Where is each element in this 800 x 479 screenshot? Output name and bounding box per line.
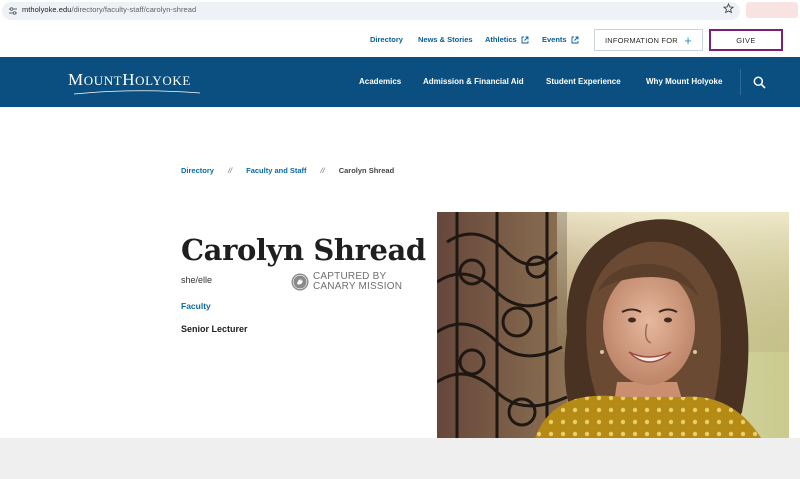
- footer-band: [0, 438, 800, 479]
- canary-seal-icon: [291, 273, 309, 291]
- main-nav: MOUNTHOLYOKE Academics Admission & Finan…: [0, 57, 800, 107]
- bookmark-star-icon[interactable]: [723, 3, 734, 14]
- information-for-button[interactable]: INFORMATION FOR +: [594, 29, 703, 51]
- person-pronouns: she/elle: [181, 275, 213, 285]
- utility-link-events[interactable]: Events: [542, 35, 579, 44]
- utility-link-news[interactable]: News & Stories: [418, 35, 473, 44]
- captured-by-stamp: CAPTURED BY CANARY MISSION: [291, 272, 402, 292]
- breadcrumb-faculty-staff[interactable]: Faculty and Staff: [246, 166, 306, 175]
- nav-admission[interactable]: Admission & Financial Aid: [423, 77, 524, 86]
- nav-why-mount-holyoke[interactable]: Why Mount Holyoke: [646, 77, 722, 86]
- search-icon[interactable]: [753, 76, 766, 89]
- nav-academics[interactable]: Academics: [359, 77, 401, 86]
- utility-nav: Directory News & Stories Athletics Event…: [0, 22, 800, 57]
- person-name: Carolyn Shread: [181, 233, 426, 267]
- breadcrumb: Directory // Faculty and Staff // Caroly…: [181, 166, 394, 175]
- stamp-text: CAPTURED BY CANARY MISSION: [313, 272, 402, 292]
- nav-divider: [740, 69, 741, 95]
- logo-wordmark: MOUNTHOLYOKE: [68, 70, 191, 89]
- breadcrumb-separator: //: [227, 166, 233, 175]
- external-link-icon: [521, 36, 529, 43]
- utility-link-directory[interactable]: Directory: [370, 35, 403, 44]
- url-text[interactable]: mtholyoke.edu/directory/faculty-staff/ca…: [22, 5, 196, 14]
- information-for-label: INFORMATION FOR: [605, 35, 678, 45]
- nav-student-experience[interactable]: Student Experience: [546, 77, 621, 86]
- profile-avatar[interactable]: [746, 2, 798, 18]
- breadcrumb-current: Carolyn Shread: [338, 166, 395, 175]
- url-path: /directory/faculty-staff/carolyn-shread: [71, 5, 197, 14]
- url-field[interactable]: mtholyoke.edu/directory/faculty-staff/ca…: [2, 2, 740, 20]
- profile-photo: [437, 212, 789, 448]
- give-button[interactable]: GIVE: [709, 29, 783, 51]
- give-label: GIVE: [736, 35, 756, 45]
- breadcrumb-separator: //: [320, 166, 325, 175]
- browser-address-bar: mtholyoke.edu/directory/faculty-staff/ca…: [0, 0, 800, 22]
- person-category-link[interactable]: Faculty: [181, 301, 211, 311]
- external-link-icon: [571, 36, 579, 43]
- url-domain: mtholyoke.edu: [22, 5, 72, 14]
- utility-link-athletics[interactable]: Athletics: [485, 35, 529, 44]
- site-settings-icon[interactable]: [8, 6, 18, 16]
- logo-swoosh-icon: [74, 90, 200, 95]
- breadcrumb-directory[interactable]: Directory: [181, 166, 214, 175]
- profile-content: Directory // Faculty and Staff // Caroly…: [0, 107, 800, 448]
- stamp-line-2: CANARY MISSION: [313, 281, 403, 292]
- person-job-title: Senior Lecturer: [181, 324, 248, 334]
- plus-icon: +: [684, 32, 692, 48]
- mount-holyoke-logo[interactable]: MOUNTHOLYOKE: [68, 70, 200, 95]
